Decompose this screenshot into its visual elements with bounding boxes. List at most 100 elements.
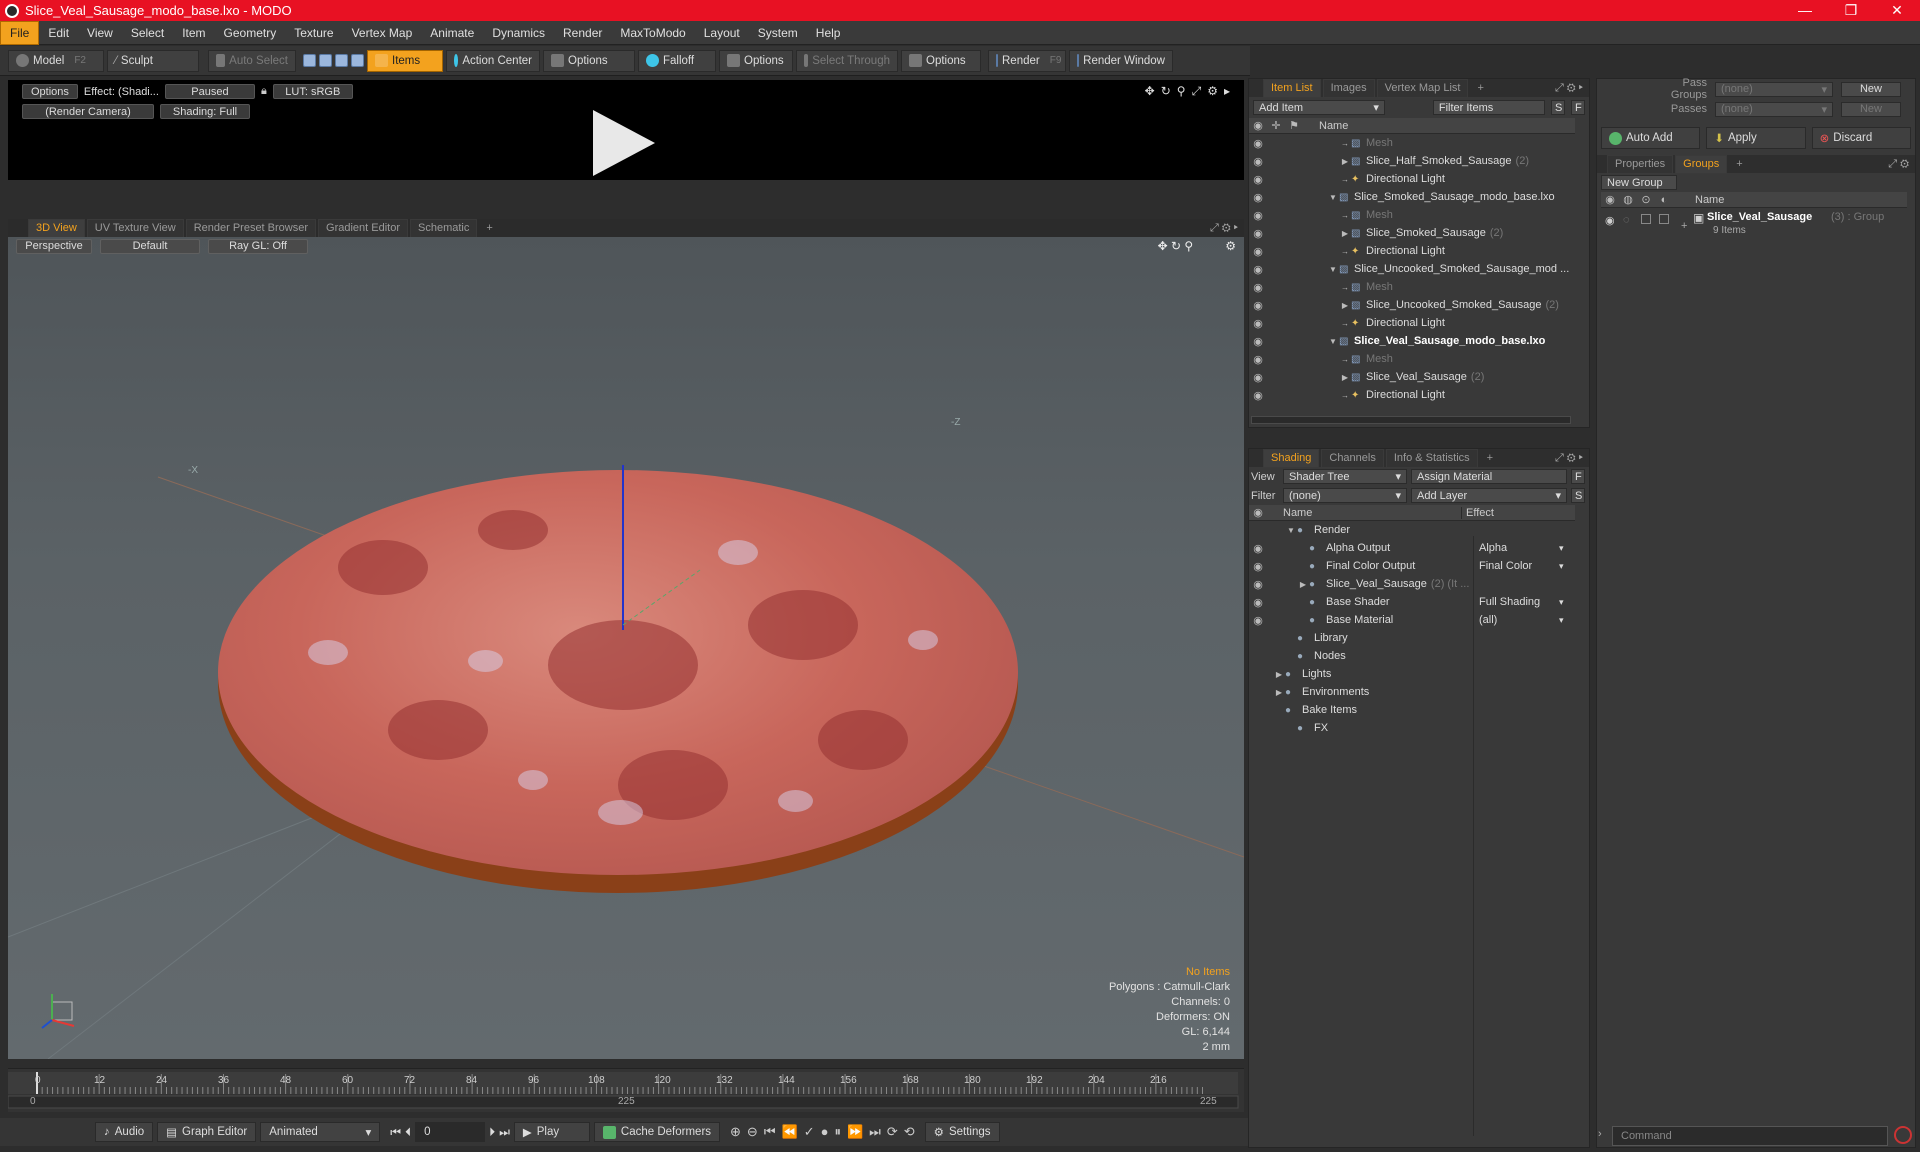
effect-dropdown[interactable]: Alpha [1479, 542, 1571, 554]
eye-icon[interactable]: ◉ [1249, 317, 1267, 330]
expand-icon[interactable]: ▶ [1339, 373, 1351, 382]
cache-deformers-button[interactable]: Cache Deformers [593, 1122, 721, 1142]
items-mode-button[interactable]: Items [367, 49, 443, 72]
shader-tree-row[interactable]: ◉ ● Base Shader Full Shading ▾ [1249, 593, 1575, 611]
menu-maxtomodo[interactable]: MaxToModo [611, 22, 694, 44]
polygons-mode-icon[interactable] [335, 54, 348, 67]
item-gizmo[interactable] [600, 460, 720, 640]
add-tab-button[interactable]: + [1480, 450, 1500, 467]
panel-icons[interactable]: ⤢ ⚙ ▸ [1555, 82, 1583, 95]
filter-f-button[interactable]: F [1571, 100, 1585, 115]
tab-uv-texture-view[interactable]: UV Texture View [86, 218, 184, 238]
collapse-icon[interactable]: ▼ [1327, 265, 1339, 274]
viewport-panel-icons[interactable]: ⤢ ⚙ ▸ [1210, 222, 1238, 235]
frame-input[interactable]: 0 [415, 1122, 486, 1142]
zoom-view-icon[interactable]: ⚲ [1177, 84, 1186, 99]
shader-tree-row[interactable]: ● FX [1249, 719, 1575, 737]
menu-item[interactable]: Item [173, 22, 214, 44]
eye-icon[interactable]: ◉ [1249, 371, 1267, 384]
new-group-button[interactable]: New Group [1601, 175, 1677, 190]
item-list-row[interactable]: ◉ → ▧ Mesh [1249, 278, 1575, 296]
model-mode-button[interactable]: Model F2 [8, 49, 104, 72]
chevron-down-icon[interactable]: ▾ [1559, 597, 1564, 608]
select-toggle[interactable] [1659, 214, 1669, 224]
minimize-button[interactable]: — [1782, 2, 1828, 19]
add-layer-dropdown[interactable]: Add Layer ▾ [1411, 488, 1567, 503]
shader-tree-row[interactable]: ● Nodes [1249, 647, 1575, 665]
rotate-view-icon[interactable]: ↻ [1161, 84, 1171, 99]
menu-dynamics[interactable]: Dynamics [483, 22, 554, 44]
menu-help[interactable]: Help [807, 22, 850, 44]
shader-tree-row[interactable]: ▶ ● Environments [1249, 683, 1575, 701]
lock-icon[interactable]: 🔒︎ [261, 85, 267, 98]
lock-toggle[interactable] [1641, 214, 1651, 224]
tab-shading[interactable]: Shading [1263, 448, 1320, 468]
preview-effect[interactable]: Effect: (Shadi... [84, 86, 159, 98]
animated-dropdown[interactable]: Animated ▾ [260, 1122, 381, 1142]
action-center-button[interactable]: Action Center [446, 49, 540, 72]
tab-properties[interactable]: Properties [1607, 154, 1674, 174]
menu-system[interactable]: System [749, 22, 807, 44]
expand-icon[interactable]: + [1681, 220, 1687, 232]
collapse-icon[interactable]: ▼ [1327, 337, 1339, 346]
item-list-row[interactable]: ◉ → ✦ Directional Light [1249, 386, 1575, 404]
collapse-icon[interactable]: ▼ [1327, 193, 1339, 202]
materials-mode-icon[interactable] [351, 54, 364, 67]
new-pass-button[interactable]: New [1841, 101, 1901, 117]
eye-icon[interactable]: ◉ [1249, 263, 1267, 276]
lut-button[interactable]: LUT: sRGB [272, 84, 353, 99]
eye-icon[interactable]: ◉ [1249, 281, 1267, 294]
menu-file[interactable]: File [0, 20, 40, 45]
filter-items-input[interactable]: Filter Items [1432, 100, 1545, 115]
shader-tree-row[interactable]: ● Library [1249, 629, 1575, 647]
shader-tree-row[interactable]: ▶ ● Lights [1249, 665, 1575, 683]
step-forward-icon[interactable]: ⏵ [489, 1125, 495, 1140]
eye-icon[interactable]: ◉ [1249, 614, 1267, 627]
shader-tree-row[interactable]: ◉ ● Alpha Output Alpha ▾ [1249, 539, 1575, 557]
play-button[interactable]: ▶ Play [513, 1122, 590, 1142]
view-dropdown[interactable]: Shader Tree ▾ [1283, 469, 1407, 484]
effect-dropdown[interactable]: Full Shading [1479, 596, 1571, 608]
preview-paused-button[interactable]: Paused [164, 84, 255, 99]
playback-key-icons[interactable]: ⊕⊖⏮⏪✓●⏸⏩⏭⟳⟲ [730, 1124, 921, 1140]
eye-icon[interactable]: ◉ [1249, 335, 1267, 348]
menu-view[interactable]: View [78, 22, 122, 44]
expand-icon[interactable]: ▶ [1273, 670, 1285, 679]
item-list-row[interactable]: ◉ ▶ ▧ Slice_Veal_Sausage (2) [1249, 368, 1575, 386]
chevron-down-icon[interactable]: ▾ [1559, 543, 1564, 554]
tab-vertex-map-list[interactable]: Vertex Map List [1376, 78, 1469, 98]
item-list-row[interactable]: ◉ ▶ ▧ Slice_Half_Smoked_Sausage (2) [1249, 152, 1575, 170]
auto-select-button[interactable]: Auto Select [208, 49, 296, 72]
eye-icon[interactable]: ◉ [1605, 214, 1615, 227]
discard-button[interactable]: ⊗ Discard [1811, 127, 1911, 149]
vertices-mode-icon[interactable] [303, 54, 316, 67]
apply-button[interactable]: ⬇ Apply [1706, 127, 1806, 149]
new-pass-group-button[interactable]: New [1841, 81, 1901, 97]
skip-end-icon[interactable]: ⏭ [499, 1125, 510, 1140]
panel-icons[interactable]: ⤢ ⚙ [1888, 158, 1909, 171]
edges-mode-icon[interactable] [319, 54, 332, 67]
eye-icon[interactable]: ◉ [1249, 191, 1267, 204]
item-list-row[interactable]: ◉ ▼ ▧ Slice_Smoked_Sausage_modo_base.lxo [1249, 188, 1575, 206]
eye-icon[interactable]: ◉ [1249, 299, 1267, 312]
menu-geometry[interactable]: Geometry [215, 22, 286, 44]
item-list-row[interactable]: ◉ ▶ ▧ Slice_Smoked_Sausage (2) [1249, 224, 1575, 242]
graph-editor-button[interactable]: ▤ Graph Editor [157, 1122, 257, 1142]
item-list-row[interactable]: ◉ ▶ ▧ Slice_Uncooked_Smoked_Sausage (2) [1249, 296, 1575, 314]
menu-select[interactable]: Select [122, 22, 173, 44]
expand-icon[interactable]: ▶ [1297, 580, 1309, 589]
gear-icon[interactable]: ⚙ [1207, 84, 1218, 99]
eye-icon[interactable]: ◉ [1249, 173, 1267, 186]
item-list-row[interactable]: ◉ ▼ ▧ Slice_Uncooked_Smoked_Sausage_mod ... [1249, 260, 1575, 278]
item-list-row[interactable]: ◉ → ▧ Mesh [1249, 350, 1575, 368]
eye-icon[interactable]: ◉ [1249, 389, 1267, 402]
shader-tree-row[interactable]: ◉ ▶ ● Slice_Veal_Sausage (2) (It ... [1249, 575, 1575, 593]
menu-texture[interactable]: Texture [285, 22, 342, 44]
eye-icon[interactable]: ◉ [1249, 596, 1267, 609]
render-button[interactable]: Render F9 [988, 49, 1066, 72]
eye-icon[interactable]: ◉ [1249, 155, 1267, 168]
shader-tree-row[interactable]: ● Bake Items [1249, 701, 1575, 719]
menu-vertex-map[interactable]: Vertex Map [343, 22, 422, 44]
item-list-row[interactable]: ◉ → ✦ Directional Light [1249, 242, 1575, 260]
tab-info-statistics[interactable]: Info & Statistics [1385, 448, 1478, 468]
